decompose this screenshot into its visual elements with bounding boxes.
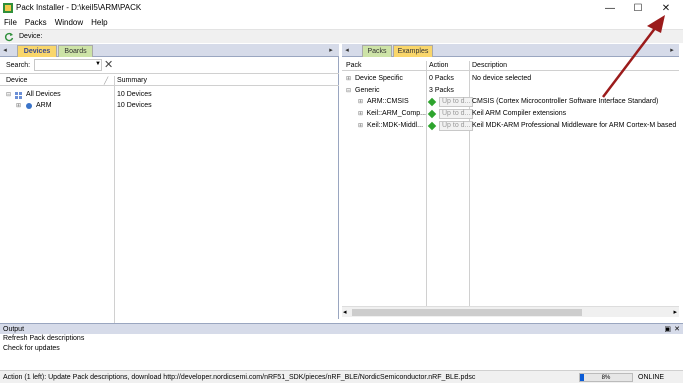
right-tab-strip: ◂ Packs Examples ▸	[342, 44, 679, 57]
pack-name: Generic	[355, 87, 380, 94]
packs-header: Pack Action Description	[342, 61, 679, 71]
scrollbar-thumb[interactable]	[352, 309, 582, 316]
pack-description: No device selected	[472, 75, 532, 82]
status-ok-icon	[427, 109, 437, 118]
scroll-right-icon[interactable]: ▸	[673, 308, 677, 316]
status-message: Action (1 left): Update Pack description…	[3, 374, 476, 381]
column-summary[interactable]: Summary	[117, 77, 147, 84]
pack-row-device-specific[interactable]: ⊞ Device Specific	[346, 73, 426, 84]
status-ok-icon	[427, 121, 437, 130]
chevron-down-icon[interactable]: ▼	[95, 61, 101, 67]
pack-installer-icon	[3, 3, 13, 13]
devices-header: Device ╱ Summary	[0, 76, 339, 86]
collapse-icon[interactable]: ⊟	[6, 91, 12, 98]
scroll-left-icon[interactable]: ◂	[343, 308, 347, 316]
output-line: Check for updates	[3, 345, 60, 352]
minimize-button[interactable]: —	[596, 0, 624, 16]
output-panel: Output ▣ ✕ Refresh Pack descriptions Che…	[0, 323, 683, 369]
all-devices-icon	[15, 91, 22, 99]
tab-devices[interactable]: Devices	[17, 45, 57, 57]
output-header: Output ▣ ✕	[0, 324, 683, 334]
vendor-icon	[26, 102, 32, 109]
expand-icon[interactable]: ⊞	[16, 102, 22, 109]
search-input[interactable]	[34, 59, 102, 71]
pack-description: Keil ARM Compiler extensions	[472, 110, 567, 117]
menu-file[interactable]: File	[4, 18, 17, 27]
left-tab-strip: ◂ Devices Boards ▸	[0, 44, 339, 57]
pack-row-cmsis[interactable]: ⊞ ARM::CMSIS	[358, 96, 426, 107]
device-name: All Devices	[26, 91, 61, 98]
up-to-date-button[interactable]: Up to d...	[439, 108, 474, 119]
pack-row-generic[interactable]: ⊟ Generic	[346, 85, 426, 96]
up-to-date-button[interactable]: Up to d...	[439, 96, 474, 107]
menu-bar: File Packs Window Help	[0, 16, 683, 29]
menu-window[interactable]: Window	[55, 18, 83, 27]
pack-name: Keil::MDK-Middl...	[367, 122, 424, 129]
column-device[interactable]: Device	[6, 77, 27, 84]
column-action[interactable]: Action	[429, 62, 448, 69]
pack-name: Device Specific	[355, 75, 403, 82]
menu-help[interactable]: Help	[91, 18, 107, 27]
tab-scroll-right-icon[interactable]: ▸	[327, 45, 335, 55]
pack-name: Keil::ARM_Comp...	[366, 110, 426, 117]
up-to-date-button[interactable]: Up to d...	[439, 120, 474, 131]
device-summary: 10 Devices	[117, 91, 152, 98]
output-title: Output	[3, 325, 25, 333]
pack-action: Up to d...	[427, 108, 474, 119]
pack-row-mdk-middleware[interactable]: ⊞ Keil::MDK-Middl...	[358, 120, 426, 131]
devices-pane: Search: ▼ ✕ Device ╱ Summary ⊟ All Devic…	[0, 57, 339, 338]
horizontal-scrollbar[interactable]: ◂ ▸	[342, 306, 679, 317]
clear-search-icon[interactable]: ✕	[104, 58, 113, 71]
tree-row-all-devices[interactable]: ⊟ All Devices	[6, 89, 114, 100]
output-line: Refresh Pack descriptions	[3, 335, 85, 342]
device-name: ARM	[36, 102, 52, 109]
title-bar: Pack Installer - D:\keil5\ARM\PACK — ☐ ✕	[0, 0, 683, 16]
status-ok-icon	[427, 97, 437, 106]
toolbar: Device:	[0, 29, 683, 43]
pin-icon[interactable]: ▣	[664, 325, 671, 333]
tab-scroll-right-icon[interactable]: ▸	[668, 45, 676, 55]
pack-action: Up to d...	[427, 120, 474, 131]
pack-count: 0 Packs	[429, 75, 454, 82]
search-label: Search:	[6, 62, 31, 69]
column-divider	[426, 61, 427, 307]
pack-description: CMSIS (Cortex Microcontroller Software I…	[472, 98, 659, 105]
tab-scroll-left-icon[interactable]: ◂	[1, 45, 9, 55]
connection-status: ONLINE	[638, 374, 665, 381]
menu-packs[interactable]: Packs	[25, 18, 47, 27]
expand-icon[interactable]: ⊞	[346, 75, 352, 82]
maximize-button[interactable]: ☐	[624, 0, 652, 16]
close-icon[interactable]: ✕	[674, 325, 680, 333]
pack-description: Keil MDK-ARM Professional Middleware for…	[472, 122, 677, 129]
progress-bar: 8%	[579, 373, 633, 382]
expand-icon[interactable]: ⊞	[358, 98, 364, 105]
pack-count: 3 Packs	[429, 87, 454, 94]
search-row: Search: ▼ ✕	[0, 57, 339, 74]
tab-scroll-left-icon[interactable]: ◂	[343, 45, 351, 55]
tab-examples[interactable]: Examples	[393, 45, 433, 57]
column-divider	[114, 76, 115, 338]
pack-name: ARM::CMSIS	[367, 98, 409, 105]
expand-icon[interactable]: ⊞	[358, 122, 364, 129]
status-bar: Action (1 left): Update Pack description…	[0, 370, 683, 383]
progress-label: 8%	[601, 375, 611, 381]
tab-boards[interactable]: Boards	[58, 45, 93, 57]
device-summary: 10 Devices	[117, 102, 152, 109]
tree-row-arm[interactable]: ⊞ ARM	[16, 100, 114, 111]
refresh-icon[interactable]	[4, 32, 14, 42]
column-pack[interactable]: Pack	[346, 62, 362, 69]
packs-pane: Pack Action Description ⊞ Device Specifi…	[342, 57, 679, 319]
pack-row-arm-compiler[interactable]: ⊞ Keil::ARM_Comp...	[358, 108, 426, 119]
expand-icon[interactable]: ⊞	[358, 110, 363, 117]
collapse-icon[interactable]: ⊟	[346, 87, 352, 94]
close-button[interactable]: ✕	[652, 0, 680, 16]
window-title: Pack Installer - D:\keil5\ARM\PACK	[16, 3, 142, 12]
tab-packs[interactable]: Packs	[362, 45, 392, 57]
column-description[interactable]: Description	[472, 62, 507, 69]
pack-action: Up to d...	[427, 96, 474, 107]
device-label: Device:	[19, 33, 43, 40]
column-resize-icon[interactable]: ╱	[104, 77, 108, 85]
